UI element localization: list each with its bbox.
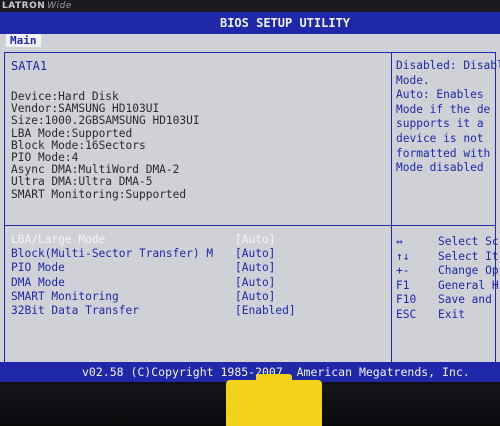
f1-key: F1	[396, 278, 410, 292]
setting-lba-large-mode[interactable]: LBA/Large Mode [Auto]	[11, 233, 389, 247]
setting-label: Block(Multi-Sector Transfer) M	[11, 247, 214, 261]
help-line: Mode.	[396, 73, 430, 87]
info-label: SMART Monitoring	[11, 187, 119, 201]
help-line: Auto: Enables	[396, 88, 484, 102]
info-row-lba-mode: LBA Mode :Supported	[11, 126, 389, 140]
device-info-list: Device :Hard Disk Vendor :SAMSUNG HD103U…	[11, 90, 389, 201]
setting-dma-mode[interactable]: DMA Mode [Auto]	[11, 276, 389, 290]
bios-tab-strip: Main	[0, 34, 500, 47]
bios-footer-bar: v02.58 (C)Copyright 1985-2007, American …	[0, 362, 500, 382]
settings-list: LBA/Large Mode [Auto] Block(Multi-Sector…	[11, 233, 389, 318]
info-value: :Ultra DMA-5	[71, 175, 153, 189]
key-row-save-exit: F10 Save and	[396, 293, 500, 308]
setting-pio-mode[interactable]: PIO Mode [Auto]	[11, 261, 389, 275]
info-label: Ultra DMA	[11, 175, 72, 189]
info-label: LBA Mode	[11, 126, 65, 140]
plus-minus-key: +-	[396, 264, 410, 278]
key-row-general-help: F1 General H	[396, 279, 500, 294]
frame-right-divider	[392, 225, 495, 226]
help-line: Disabled: Disabl	[396, 59, 500, 72]
yellow-foreground-object	[226, 374, 322, 426]
key-row-change-option: +- Change Op	[396, 264, 500, 279]
info-value: :Supported	[64, 126, 133, 140]
key-action: Exit	[438, 307, 465, 321]
help-line: supports it a	[396, 117, 484, 131]
help-line: Mode disabled	[396, 161, 484, 175]
f10-key: F10	[396, 293, 417, 307]
setting-value: [Auto]	[235, 261, 276, 275]
section-title: SATA1	[11, 59, 48, 73]
bios-main-frame: SATA1 Device :Hard Disk Vendor :SAMSUNG …	[4, 52, 500, 370]
setting-label: SMART Monitoring	[11, 289, 119, 303]
info-row-smart: SMART Monitoring:Supported	[11, 187, 389, 201]
setting-label: DMA Mode	[11, 275, 65, 289]
key-action: Select Sc	[438, 235, 499, 248]
info-row-size: Size :1000.2GBSAMSUNG HD103UI	[11, 115, 389, 127]
info-value: :1000.2GBSAMSUNG HD103UI	[37, 114, 200, 128]
bios-title: BIOS SETUP UTILITY	[219, 16, 351, 30]
key-legend: ↔ Select Sc ↑↓ Select It +- Change Op F1…	[396, 235, 500, 323]
setting-32bit-transfer[interactable]: 32Bit Data Transfer [Enabled]	[11, 304, 389, 318]
help-line: formatted with	[396, 146, 491, 160]
setting-label: LBA/Large Mode	[11, 233, 106, 246]
setting-value: [Auto]	[235, 275, 276, 289]
key-row-select-screen: ↔ Select Sc	[396, 235, 500, 250]
key-action: General H	[438, 278, 499, 292]
info-value: :16Sectors	[78, 138, 146, 152]
help-line: Mode if the de	[396, 102, 491, 116]
key-action: Select It	[438, 249, 499, 263]
bios-screen: BIOS SETUP UTILITY Main SATA1 Device :Ha…	[0, 12, 500, 382]
setting-value: [Enabled]	[235, 303, 296, 317]
setting-value: [Auto]	[235, 247, 276, 261]
monitor-brand-tag: Wide	[47, 1, 72, 11]
setting-block-multi-sector[interactable]: Block(Multi-Sector Transfer) M [Auto]	[11, 247, 389, 261]
monitor-bezel-top: LATRON Wide	[0, 0, 500, 12]
info-label: Size	[11, 114, 38, 128]
setting-value: [Auto]	[235, 233, 276, 246]
help-line: device is not	[396, 131, 484, 145]
bios-title-bar: BIOS SETUP UTILITY	[0, 12, 500, 34]
frame-left-divider	[5, 225, 391, 226]
monitor-brand-logo: LATRON Wide	[2, 0, 72, 12]
key-row-select-item: ↑↓ Select It	[396, 250, 500, 265]
key-action: Save and	[438, 293, 492, 307]
setting-label: 32Bit Data Transfer	[11, 303, 139, 317]
setting-smart-monitoring[interactable]: SMART Monitoring [Auto]	[11, 290, 389, 304]
info-value: :Supported	[118, 187, 187, 201]
info-row-ultra-dma: Ultra DMA :Ultra DMA-5	[11, 176, 389, 188]
key-row-exit: ESC Exit	[396, 308, 500, 323]
setting-label: PIO Mode	[11, 261, 65, 275]
help-panel: Disabled: Disabl Mode. Auto: Enables Mod…	[396, 59, 500, 176]
key-action: Change Op	[438, 264, 499, 278]
monitor-brand-name: LATRON	[2, 1, 46, 11]
left-right-arrows-icon: ↔	[396, 235, 403, 248]
up-down-arrows-icon: ↑↓	[396, 249, 410, 263]
frame-vertical-divider	[391, 53, 392, 369]
tab-main[interactable]: Main	[6, 34, 41, 47]
setting-value: [Auto]	[235, 289, 276, 303]
esc-key: ESC	[396, 307, 417, 321]
